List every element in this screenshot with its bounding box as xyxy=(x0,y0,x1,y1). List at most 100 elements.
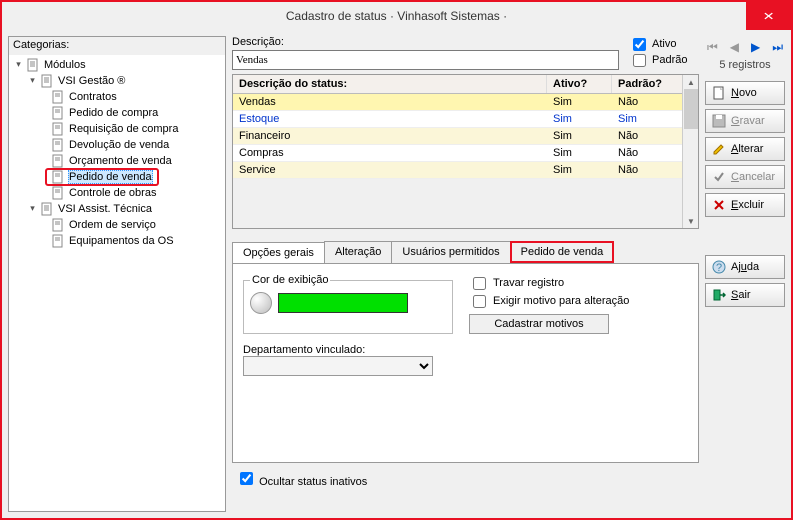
table-row[interactable]: ComprasSimNão xyxy=(233,145,682,162)
descricao-label: Descrição: xyxy=(232,36,619,48)
tree-item[interactable]: Pedido de compra xyxy=(11,105,223,121)
ajuda-button[interactable]: ? Ajuda xyxy=(705,255,785,279)
col-desc[interactable]: Descrição do status: xyxy=(233,75,547,93)
expand-icon[interactable] xyxy=(13,60,24,71)
tree-item[interactable]: Controle de obras xyxy=(11,185,223,201)
nav-first-icon[interactable]: ⏮ xyxy=(707,40,718,55)
cancel-icon xyxy=(712,170,726,184)
cell-ativo: Sim xyxy=(547,128,612,144)
tree-root[interactable]: Módulos xyxy=(11,57,223,73)
tree-label: VSI Gestão ® xyxy=(57,75,126,87)
status-grid: Descrição do status: Ativo? Padrão? Vend… xyxy=(232,74,699,229)
cell-ativo: Sim xyxy=(547,111,612,127)
descricao-input[interactable] xyxy=(232,50,619,70)
cadastrar-motivos-button[interactable]: Cadastrar motivos xyxy=(469,314,609,334)
tree-label: Ordem de serviço xyxy=(68,219,157,231)
tree-group[interactable]: VSI Assist. Técnica xyxy=(11,201,223,217)
cell-desc: Financeiro xyxy=(233,128,547,144)
close-button[interactable]: ✕ xyxy=(746,2,791,30)
ativo-checkbox[interactable]: Ativo xyxy=(629,36,699,52)
col-padrao[interactable]: Padrão? xyxy=(612,75,682,93)
edit-icon xyxy=(712,142,726,156)
excluir-button[interactable]: Excluir xyxy=(705,193,785,217)
tree-item[interactable]: Ordem de serviço xyxy=(11,217,223,233)
close-icon: ✕ xyxy=(763,10,775,23)
tree-group[interactable]: VSI Gestão ® xyxy=(11,73,223,89)
doc-icon xyxy=(51,186,65,200)
cell-padrao: Não xyxy=(612,145,682,161)
cor-exibicao-fieldset: Cor de exibição xyxy=(243,274,453,334)
scroll-thumb[interactable] xyxy=(684,89,698,129)
window-title: Cadastro de status · Vinhasoft Sistemas … xyxy=(286,9,507,23)
doc-icon xyxy=(51,154,65,168)
cell-ativo: Sim xyxy=(547,162,612,178)
cell-desc: Service xyxy=(233,162,547,178)
cell-desc: Vendas xyxy=(233,94,547,110)
tree-item[interactable]: Equipamentos da OS xyxy=(11,233,223,249)
scroll-up-icon[interactable]: ▲ xyxy=(683,75,699,89)
table-row[interactable]: VendasSimNão xyxy=(233,94,682,111)
novo-button[interactable]: Novo xyxy=(705,81,785,105)
doc-icon xyxy=(51,138,65,152)
tree-item[interactable]: Devolução de venda xyxy=(11,137,223,153)
expand-icon[interactable] xyxy=(27,204,38,215)
grid-header: Descrição do status: Ativo? Padrão? xyxy=(233,75,682,94)
sair-button[interactable]: Sair xyxy=(705,283,785,307)
cell-desc: Compras xyxy=(233,145,547,161)
tab-alteração[interactable]: Alteração xyxy=(324,241,392,263)
table-row[interactable]: ServiceSimNão xyxy=(233,162,682,179)
app-window: Cadastro de status · Vinhasoft Sistemas … xyxy=(0,0,793,520)
exigir-checkbox[interactable]: Exigir motivo para alteração xyxy=(469,292,688,310)
tab-opcoes-gerais: Cor de exibição Travar registro Exigir m… xyxy=(232,263,699,463)
ativo-check-input[interactable] xyxy=(633,38,646,51)
cancelar-button[interactable]: Cancelar xyxy=(705,165,785,189)
tab-usuários-permitidos[interactable]: Usuários permitidos xyxy=(391,241,510,263)
tree[interactable]: Módulos VSI Gestão ® Contratos Pedido de … xyxy=(9,55,225,511)
tree-item[interactable]: Pedido de venda xyxy=(11,169,223,185)
tab-pedido-de-venda[interactable]: Pedido de venda xyxy=(510,241,615,263)
cell-padrao: Não xyxy=(612,162,682,178)
globe-icon[interactable] xyxy=(250,292,272,314)
ocultar-checkbox[interactable]: Ocultar status inativos xyxy=(236,476,367,488)
nav-prev-icon[interactable]: ◀ xyxy=(730,40,739,55)
cell-desc: Estoque xyxy=(233,111,547,127)
cell-padrao: Não xyxy=(612,128,682,144)
cor-exibicao-label: Cor de exibição xyxy=(250,274,330,286)
main-panel: Descrição: Ativo Padrão Descrição do sta… xyxy=(232,36,699,512)
record-nav: ⏮ ◀ ▶ ⏭ xyxy=(705,36,785,55)
delete-icon xyxy=(712,198,726,212)
col-ativo[interactable]: Ativo? xyxy=(547,75,612,93)
tree-item[interactable]: Contratos xyxy=(11,89,223,105)
tab-opções-gerais[interactable]: Opções gerais xyxy=(232,242,325,264)
nav-next-icon[interactable]: ▶ xyxy=(751,40,760,55)
new-icon xyxy=(712,86,726,100)
expand-icon[interactable] xyxy=(27,76,38,87)
tree-label: Orçamento de venda xyxy=(68,155,173,167)
padrao-check-input[interactable] xyxy=(633,54,646,67)
grid-scrollbar[interactable]: ▲ ▼ xyxy=(682,75,698,228)
gravar-button[interactable]: Gravar xyxy=(705,109,785,133)
tree-item[interactable]: Orçamento de venda xyxy=(11,153,223,169)
departamento-label: Departamento vinculado: xyxy=(243,344,688,356)
record-count: 5 registros xyxy=(705,59,785,77)
doc-icon xyxy=(40,202,54,216)
titlebar: Cadastro de status · Vinhasoft Sistemas … xyxy=(2,2,791,30)
travar-checkbox[interactable]: Travar registro xyxy=(469,274,688,292)
tree-label: Pedido de compra xyxy=(68,107,159,119)
doc-icon xyxy=(51,90,65,104)
categories-label: Categorias: xyxy=(9,37,225,55)
table-row[interactable]: EstoqueSimSim xyxy=(233,111,682,128)
scroll-down-icon[interactable]: ▼ xyxy=(683,214,699,228)
action-panel: ⏮ ◀ ▶ ⏭ 5 registros Novo Gravar Alterar … xyxy=(705,36,785,512)
ocultar-checkbox-row: Ocultar status inativos xyxy=(232,467,699,490)
exit-icon xyxy=(712,288,726,302)
tree-item[interactable]: Requisição de compra xyxy=(11,121,223,137)
tree-label: Requisição de compra xyxy=(68,123,179,135)
departamento-select[interactable] xyxy=(243,356,433,376)
nav-last-icon[interactable]: ⏭ xyxy=(772,40,783,55)
table-row[interactable]: FinanceiroSimNão xyxy=(233,128,682,145)
color-preview[interactable] xyxy=(278,293,408,313)
alterar-button[interactable]: Alterar xyxy=(705,137,785,161)
padrao-checkbox[interactable]: Padrão xyxy=(629,52,699,68)
doc-icon xyxy=(51,170,65,184)
